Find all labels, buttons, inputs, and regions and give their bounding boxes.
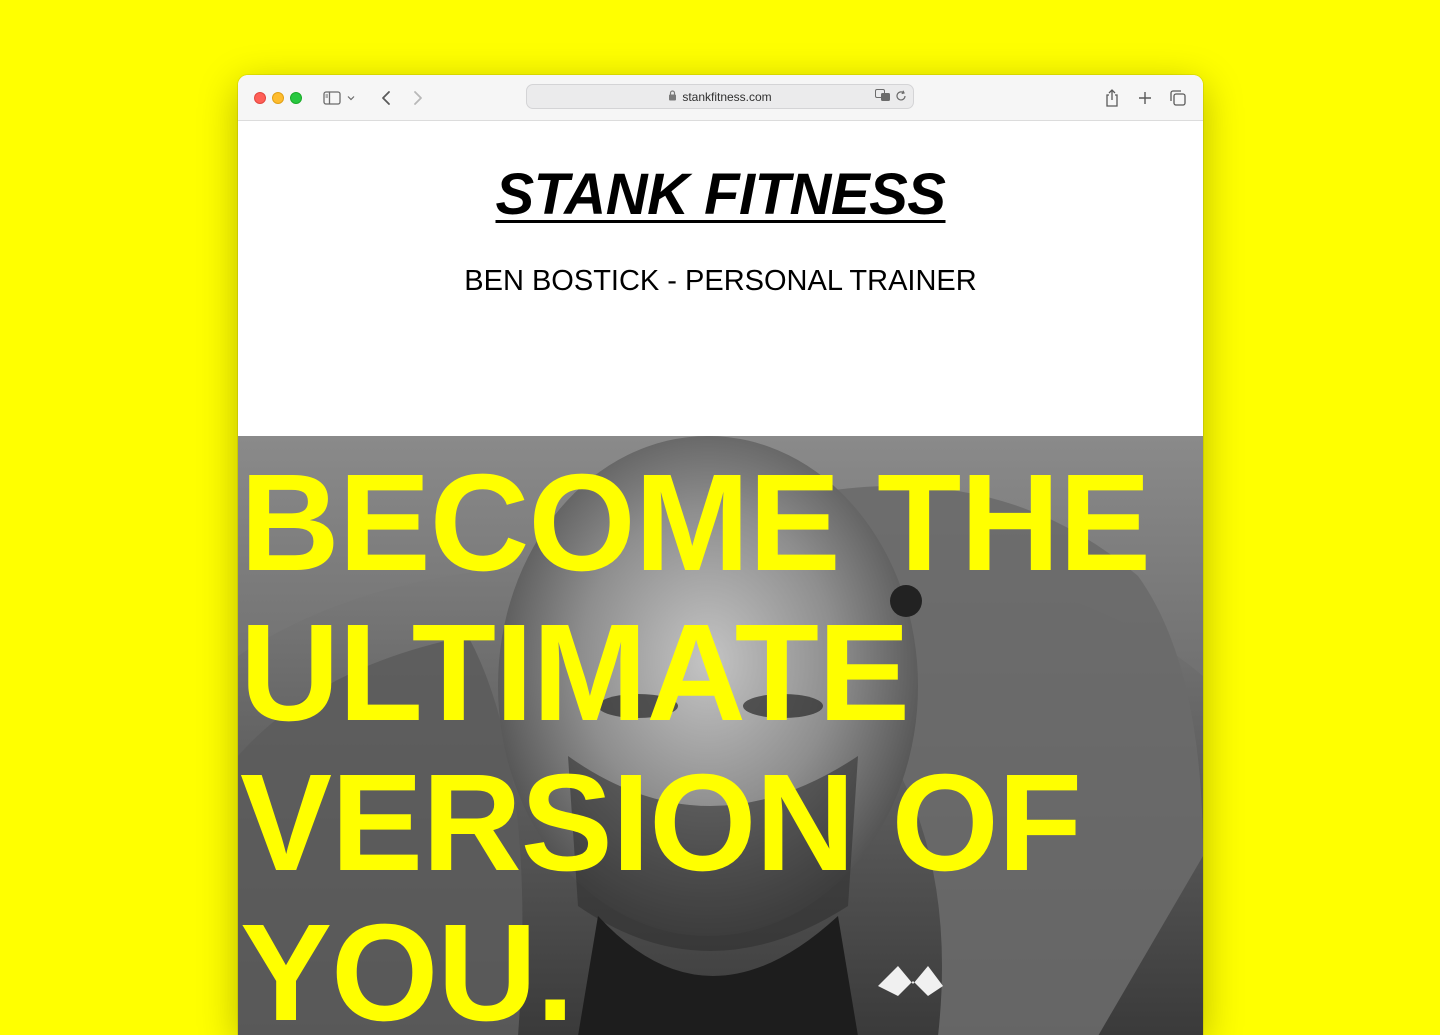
hero-headline-line: VERSION OF [240, 746, 1082, 900]
share-icon[interactable] [1102, 88, 1122, 108]
hero-headline-line: BECOME THE [240, 446, 1151, 600]
zoom-window-button[interactable] [290, 92, 302, 104]
site-header: STANK FITNESS BEN BOSTICK - PERSONAL TRA… [238, 121, 1203, 436]
hero-headline-line: YOU. [240, 896, 574, 1035]
sidebar-toggle-icon[interactable] [322, 88, 342, 108]
chevron-down-icon[interactable] [346, 88, 356, 108]
forward-icon[interactable] [408, 88, 428, 108]
hero-banner: BECOME THE ULTIMATE VERSION OF YOU. [238, 436, 1203, 1035]
minimize-window-button[interactable] [272, 92, 284, 104]
close-window-button[interactable] [254, 92, 266, 104]
new-tab-icon[interactable] [1135, 88, 1155, 108]
address-bar[interactable]: stankfitness.com [526, 84, 914, 109]
browser-toolbar: stankfitness.com [238, 75, 1203, 121]
back-icon[interactable] [376, 88, 396, 108]
lock-icon [668, 89, 677, 104]
browser-window: stankfitness.com STANK FITNESS BEN BOSTI… [238, 75, 1203, 1035]
site-title[interactable]: STANK FITNESS [238, 163, 1203, 227]
hero-headline: BECOME THE ULTIMATE VERSION OF YOU. [240, 446, 1151, 1035]
tab-overview-icon[interactable] [1168, 88, 1188, 108]
site-tagline: BEN BOSTICK - PERSONAL TRAINER [464, 265, 977, 297]
hero-headline-line: ULTIMATE [240, 596, 910, 750]
translate-icon[interactable] [875, 89, 891, 107]
url-text: stankfitness.com [682, 89, 772, 104]
reload-icon[interactable] [895, 89, 907, 107]
